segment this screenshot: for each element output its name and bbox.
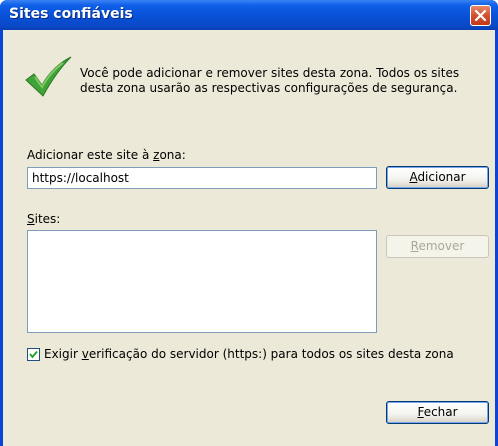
info-text: Você pode adicionar e remover sites dest… [80, 66, 460, 95]
add-button-label: dicionar [417, 170, 466, 184]
add-site-label-tail: ona: [159, 148, 186, 162]
verify-label-text: Exigir [44, 347, 82, 361]
sites-list[interactable] [27, 230, 377, 333]
verify-https-checkbox[interactable] [27, 348, 40, 361]
window-title: Sites confiáveis [9, 6, 133, 22]
remove-button-label: emover [418, 239, 465, 253]
checkmark-icon [25, 56, 72, 97]
add-site-label: Adicionar este site à zona: [27, 148, 186, 162]
sites-label-text: ites: [34, 212, 61, 226]
dialog-body: Você pode adicionar e remover sites dest… [3, 30, 495, 446]
verify-label-accesskey: v [81, 347, 89, 361]
verify-https-label[interactable]: Exigir verificação do servidor (https:) … [44, 347, 454, 361]
sites-label-accesskey: S [27, 212, 35, 226]
close-button[interactable]: Fechar [386, 401, 489, 424]
close-button-label: echar [423, 405, 458, 419]
sites-label: Sites: [27, 212, 60, 226]
close-icon [474, 9, 487, 22]
checkmark-small-icon [29, 350, 38, 359]
dialog-window: Sites confiáveis Você pode adicionar e r… [0, 0, 498, 446]
close-window-button[interactable] [470, 5, 491, 26]
add-site-label-text: Adicionar este site à [27, 148, 154, 162]
remove-button[interactable]: Remover [386, 235, 489, 258]
title-bar[interactable]: Sites confiáveis [0, 0, 498, 30]
add-site-input[interactable] [27, 167, 377, 189]
add-button[interactable]: Adicionar [386, 166, 489, 189]
verify-label-tail: erificação do servidor (https:) para tod… [88, 347, 454, 361]
